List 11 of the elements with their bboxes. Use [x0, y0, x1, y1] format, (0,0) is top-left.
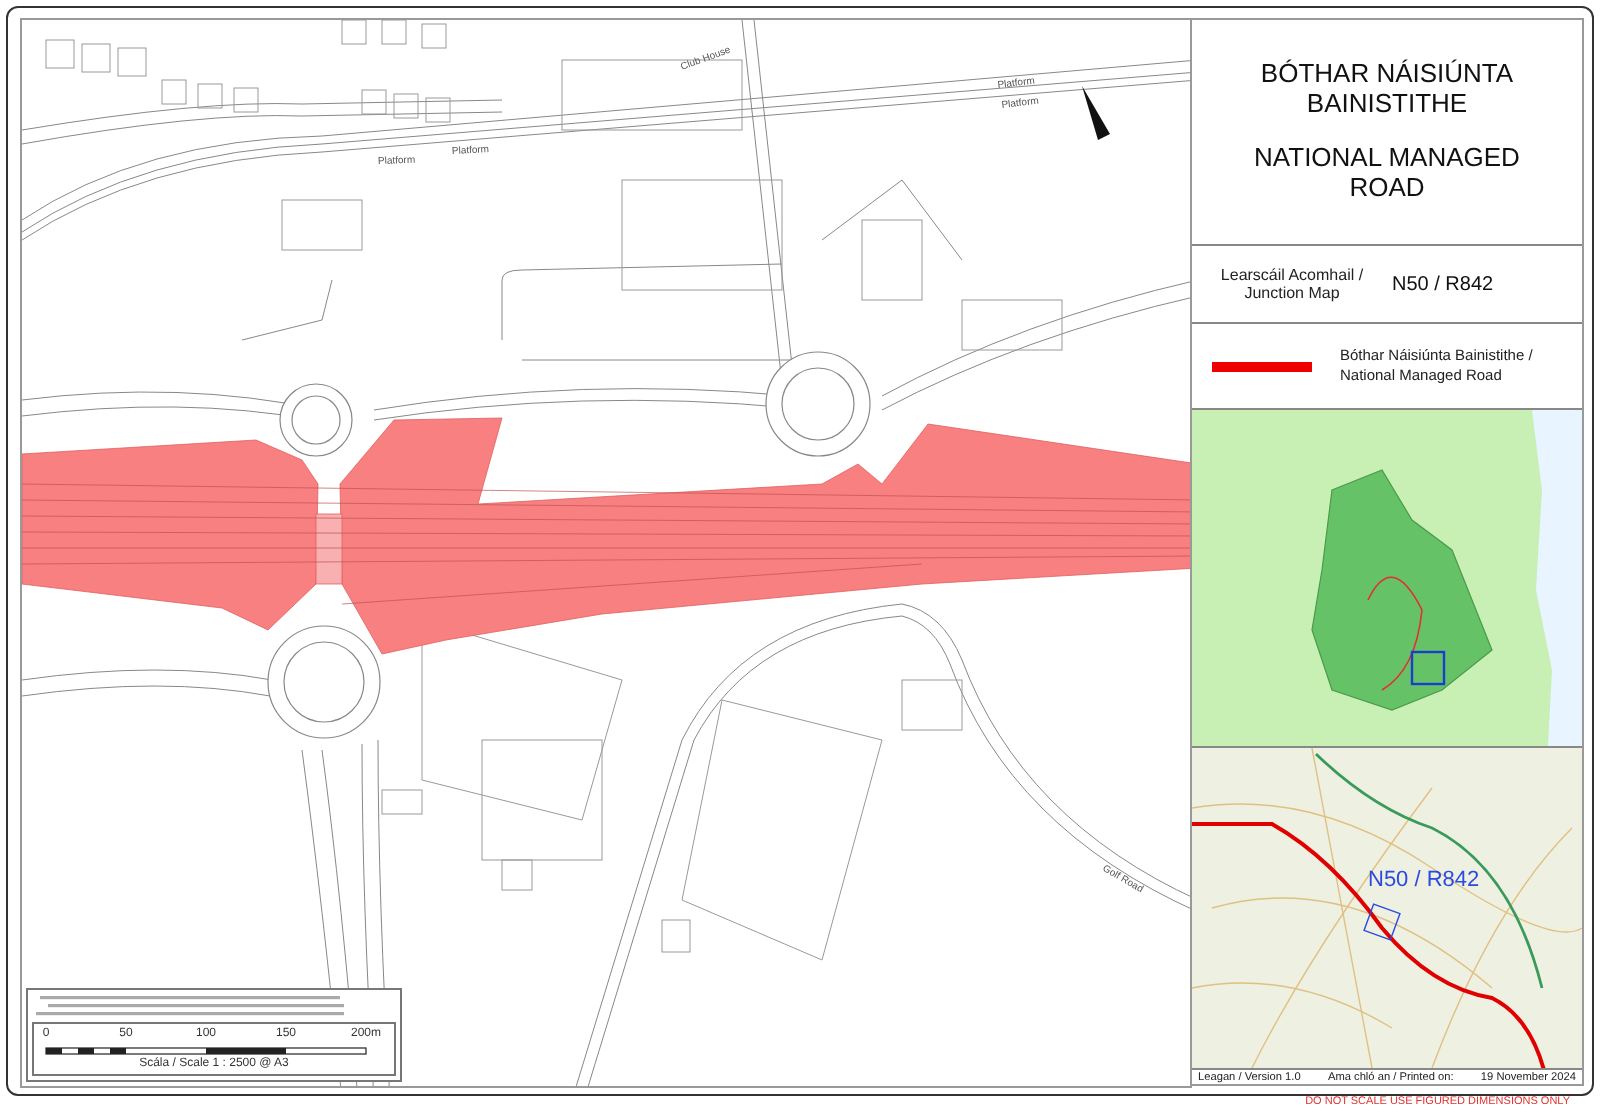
junction-map-label: Learscáil Acomhail / Junction Map — [1220, 266, 1364, 302]
roundabout — [765, 351, 871, 457]
junction-code: N50 / R842 — [1392, 273, 1494, 295]
roundabout — [267, 625, 381, 739]
scale-bar-icon — [45, 1047, 367, 1055]
roundabout — [279, 383, 353, 457]
irish-title: BÓTHAR NÁISIÚNTA BAINISTITHE — [1258, 60, 1516, 120]
overview-map-label: N50 / R842 — [1368, 868, 1480, 892]
legend-line-swatch — [1212, 361, 1312, 371]
north-arrow-icon — [1082, 86, 1110, 140]
english-title: NATIONAL MANAGED ROAD — [1252, 144, 1522, 204]
